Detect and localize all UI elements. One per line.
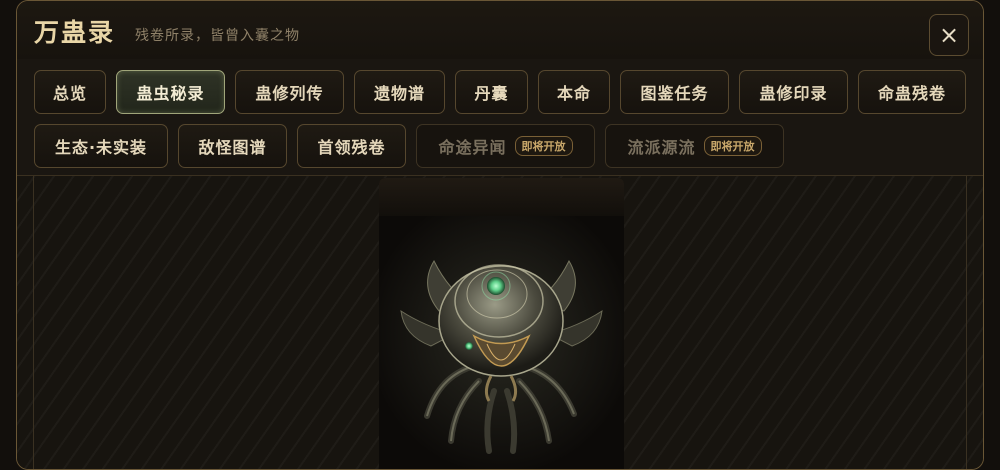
tab-label: 命蛊残卷 bbox=[877, 84, 946, 103]
close-icon: × bbox=[938, 21, 960, 49]
tab-life-bound[interactable]: 本命 bbox=[538, 70, 610, 114]
tab-label: 本命 bbox=[556, 84, 591, 103]
window-header: 万蛊录 残卷所录，皆曾入囊之物 × bbox=[17, 1, 983, 60]
tab-label: 图鉴任务 bbox=[640, 84, 709, 103]
coming-soon-badge: 即将开放 bbox=[703, 136, 762, 156]
tab-gu-cultivator-seals[interactable]: 蛊修印录 bbox=[739, 70, 848, 114]
tab-label: 蛊修印录 bbox=[759, 84, 828, 103]
content-area bbox=[17, 176, 983, 469]
card-header bbox=[379, 178, 624, 216]
coming-soon-badge: 即将开放 bbox=[514, 136, 573, 156]
tab-label: 命途异闻 bbox=[438, 138, 507, 157]
tab-label: 流派源流 bbox=[627, 138, 696, 157]
tab-bar: 总览 蛊虫秘录 蛊修列传 遗物谱 丹囊 本命 图鉴任务 蛊修印录 命蛊残卷 生态… bbox=[17, 59, 983, 176]
window-subtitle: 残卷所录，皆曾入囊之物 bbox=[135, 28, 300, 44]
tab-ecology[interactable]: 生态·未实装 bbox=[34, 124, 168, 168]
tab-label: 生态·未实装 bbox=[54, 138, 148, 157]
tab-destiny-tales[interactable]: 命途异闻 即将开放 bbox=[416, 124, 595, 168]
codex-window: 万蛊录 残卷所录，皆曾入囊之物 × 总览 蛊虫秘录 蛊修列传 遗物谱 丹囊 本命… bbox=[16, 0, 984, 470]
close-button[interactable]: × bbox=[929, 14, 969, 56]
tab-label: 总览 bbox=[52, 84, 87, 103]
tab-overview[interactable]: 总览 bbox=[34, 70, 106, 114]
tab-label: 蛊虫秘录 bbox=[136, 84, 205, 103]
tab-enemy-atlas[interactable]: 敌怪图谱 bbox=[178, 124, 287, 168]
tab-label: 敌怪图谱 bbox=[198, 138, 267, 157]
tab-pill-pouch[interactable]: 丹囊 bbox=[455, 70, 528, 114]
gu-card[interactable] bbox=[379, 178, 624, 469]
window-title: 万蛊录 bbox=[34, 18, 116, 47]
tab-label: 丹囊 bbox=[474, 84, 509, 103]
tab-school-origins[interactable]: 流派源流 即将开放 bbox=[605, 124, 784, 168]
tab-gu-secret-records[interactable]: 蛊虫秘录 bbox=[116, 70, 225, 114]
tab-label: 首领残卷 bbox=[317, 138, 386, 157]
tab-label: 蛊修列传 bbox=[255, 84, 324, 103]
tab-relic-catalog[interactable]: 遗物谱 bbox=[354, 70, 445, 114]
tab-label: 遗物谱 bbox=[373, 84, 425, 103]
tab-gu-cultivator-biographies[interactable]: 蛊修列传 bbox=[235, 70, 344, 114]
tab-boss-fragments[interactable]: 首领残卷 bbox=[297, 124, 406, 168]
tab-codex-quests[interactable]: 图鉴任务 bbox=[620, 70, 729, 114]
gu-insect-art bbox=[379, 216, 624, 469]
tab-life-gu-fragments[interactable]: 命蛊残卷 bbox=[858, 70, 966, 114]
